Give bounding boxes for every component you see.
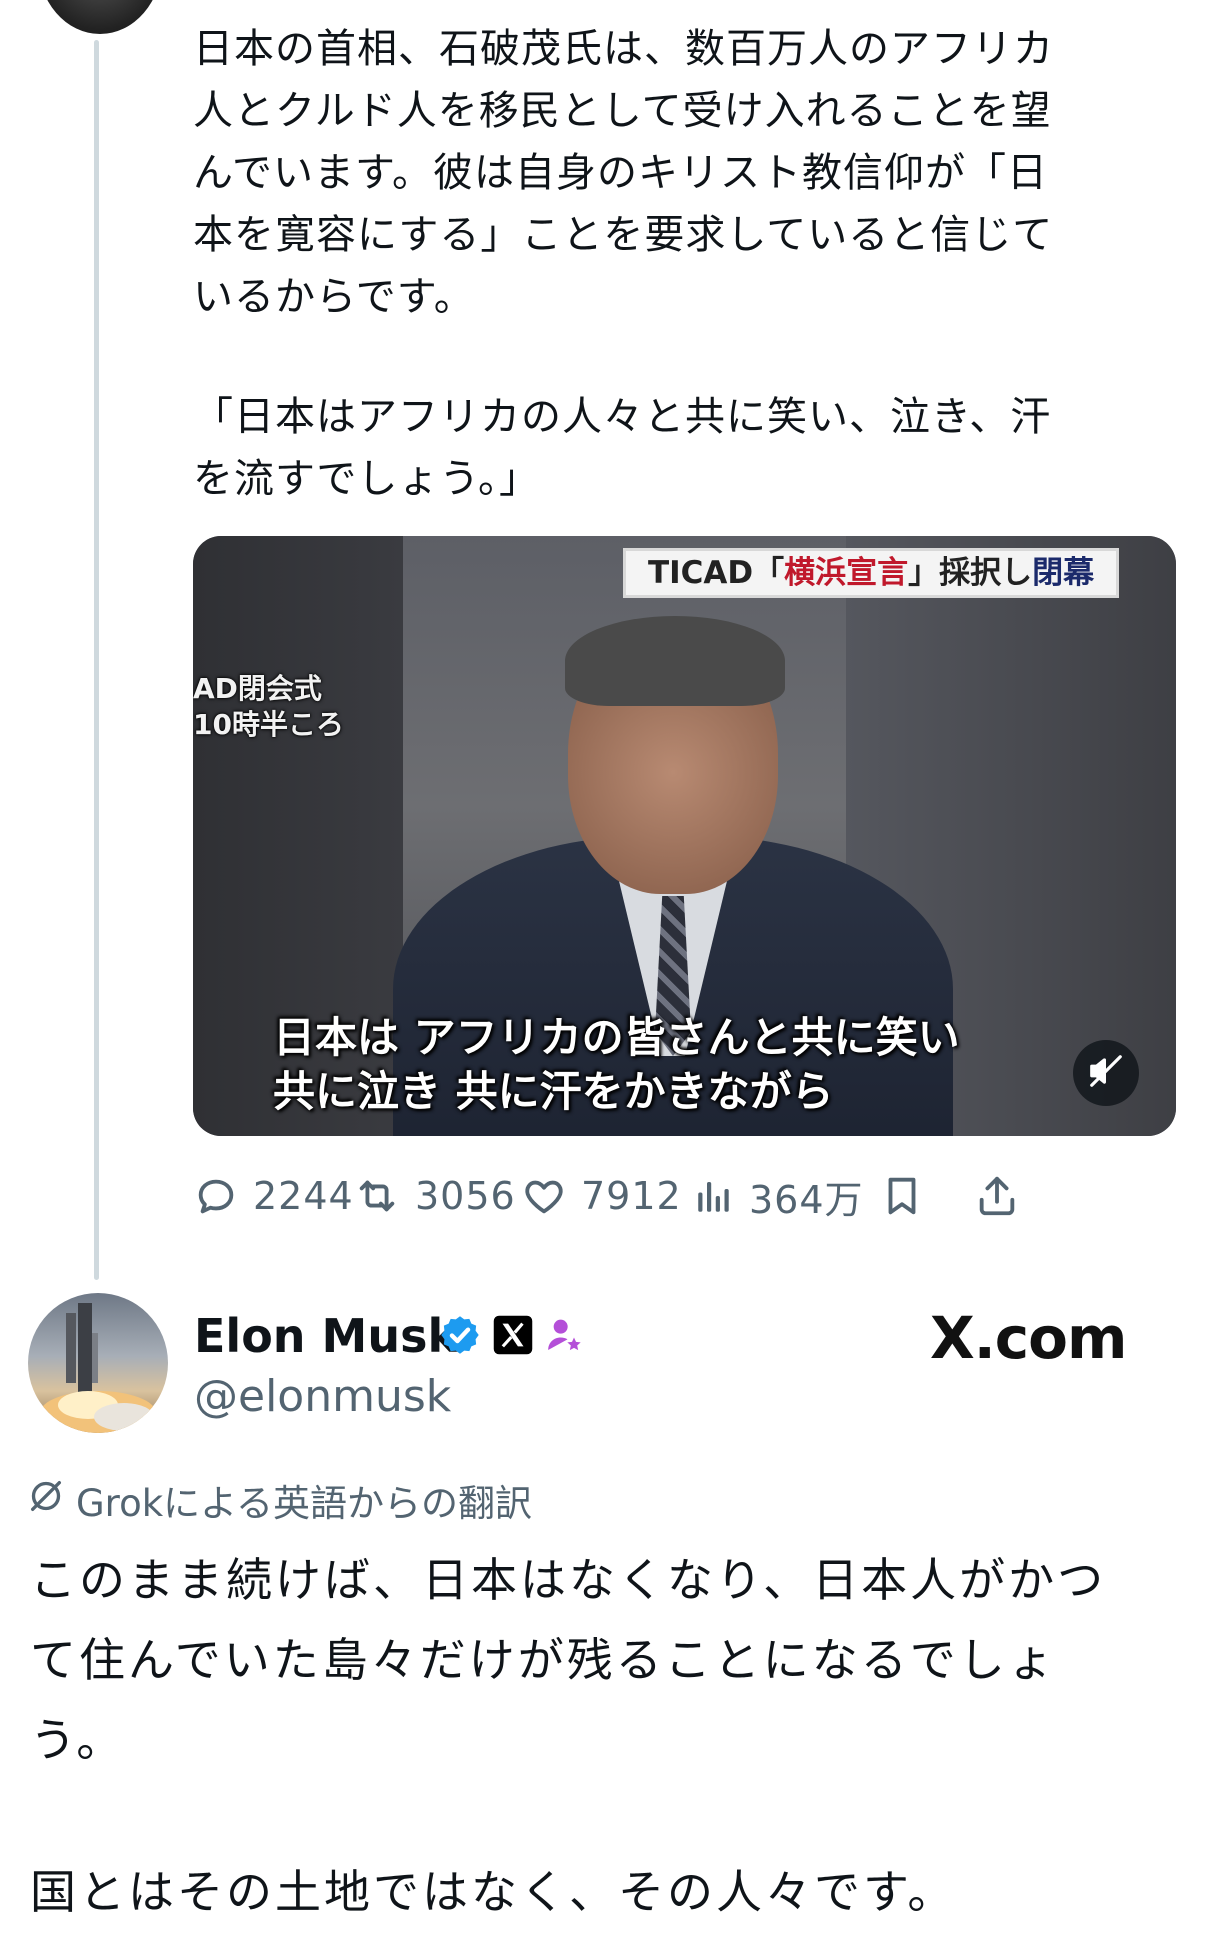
share-icon	[973, 1173, 1021, 1219]
post-video[interactable]: TICAD「横浜宣言」採択し閉幕 AD閉会式 10時半ころ 日本は アフリカの皆…	[193, 536, 1176, 1136]
banner-text-end: 閉幕	[1032, 555, 1095, 591]
reply-body-text: このまま続けば、日本はなくなり、日本人がかつ て住んでいた島々だけが残ることにな…	[30, 1553, 1107, 1767]
muted-speaker-icon	[1087, 1052, 1125, 1094]
bookmark-icon	[879, 1173, 925, 1219]
video-news-banner: TICAD「横浜宣言」採択し閉幕	[623, 548, 1120, 598]
post-action-bar: 2244 3056 7912 364万	[193, 1166, 1183, 1226]
unmute-button[interactable]	[1073, 1040, 1139, 1106]
analytics-icon	[693, 1173, 735, 1219]
elon-musk-avatar[interactable]	[28, 1293, 168, 1433]
comment-icon	[193, 1173, 239, 1219]
repost-icon	[353, 1173, 401, 1219]
subscriber-badge-icon[interactable]	[544, 1314, 584, 1360]
rocket-launch-image	[40, 1303, 156, 1433]
translation-label: Grokによる英語からの翻訳	[76, 1482, 533, 1525]
author-display-name[interactable]: Elon Musk	[194, 1308, 458, 1364]
repost-button[interactable]: 3056	[353, 1166, 516, 1226]
post-body-text: 日本の首相、石破茂氏は、数百万人のアフリカ 人とクルド人を移民として受け入れるこ…	[193, 26, 1054, 320]
x-affiliate-badge-icon[interactable]	[492, 1314, 534, 1360]
video-speaker-hair	[565, 616, 785, 706]
banner-text-prefix: TICAD「	[648, 555, 785, 591]
view-count: 364万	[749, 1177, 864, 1222]
share-button[interactable]	[973, 1166, 1021, 1226]
banner-text-middle: 」採択し	[908, 555, 1033, 591]
banner-text-highlight: 横浜宣言	[784, 555, 909, 591]
translation-indicator[interactable]: Grokによる英語からの翻訳	[26, 1474, 532, 1526]
reply-button[interactable]: 2244	[193, 1166, 354, 1226]
author-handle[interactable]: @elonmusk	[194, 1369, 451, 1425]
verified-badge-icon[interactable]	[438, 1313, 482, 1361]
video-side-caption: AD閉会式 10時半ころ	[193, 672, 344, 741]
reply-body-text-second: 国とはその土地ではなく、その人々です。	[30, 1865, 957, 1919]
reply-count: 2244	[253, 1174, 354, 1218]
bookmark-button[interactable]	[879, 1166, 925, 1226]
repost-count: 3056	[415, 1174, 516, 1218]
thread-connector-line	[94, 40, 99, 1280]
original-poster-avatar[interactable]	[38, 0, 162, 34]
heart-icon	[521, 1173, 567, 1219]
post-quote-text: 「日本はアフリカの人々と共に笑い、泣き、汗 を流すでしょう。」	[193, 394, 1052, 502]
like-button[interactable]: 7912	[521, 1166, 682, 1226]
like-count: 7912	[581, 1174, 682, 1218]
grok-icon	[26, 1476, 66, 1525]
video-subtitle: 日本は アフリカの皆さんと共に笑い 共に泣き 共に汗をかきながら	[273, 1013, 960, 1116]
author-badges	[438, 1312, 594, 1362]
views-button[interactable]: 364万	[693, 1166, 864, 1226]
site-watermark: X.com	[930, 1304, 1127, 1372]
